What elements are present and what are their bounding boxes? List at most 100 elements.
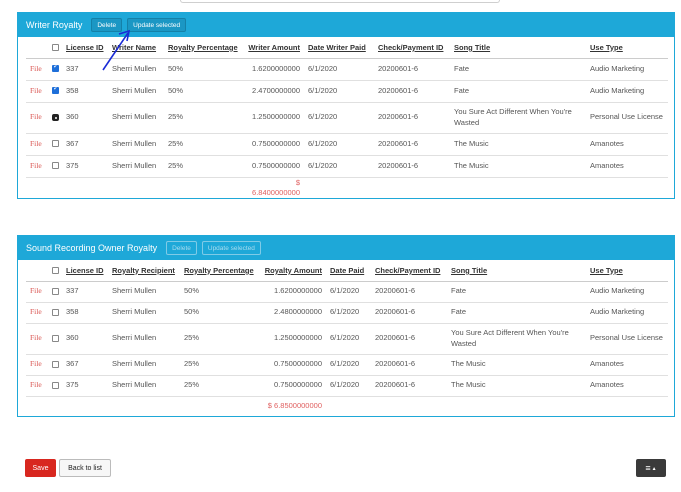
checkbox-cell	[48, 155, 62, 178]
file-link[interactable]: File	[30, 139, 42, 148]
cell-song-title: Fate	[450, 80, 586, 103]
table-row: File 337Sherri Mullen50%1.62000000006/1/2…	[26, 281, 668, 303]
column-header[interactable]: Check/Payment ID	[371, 260, 447, 282]
row-checkbox[interactable]	[52, 360, 59, 368]
cell-use-type: Audio Marketing	[586, 80, 668, 103]
sound-table-body: File 337 Sherri Mullen 50% 1.6200000000 6/1/2…	[26, 281, 668, 416]
save-button[interactable]: Save	[25, 459, 56, 477]
file-link[interactable]: File	[30, 307, 42, 316]
column-header[interactable]: Song Title	[447, 260, 586, 282]
column-header[interactable]: Date Writer Paid	[304, 37, 374, 59]
column-header[interactable]: Writer Amount	[244, 37, 304, 59]
empty-cell	[447, 396, 586, 416]
top-dropdown[interactable]: ▾	[180, 0, 500, 3]
row-checkbox[interactable]	[52, 113, 59, 121]
file-cell: File	[26, 133, 48, 156]
sound-recording-table: License ID Royalty Recipient Royalty Per…	[26, 260, 668, 416]
cell-license-id: 375	[62, 155, 108, 178]
cell-writer-name: Sherri Mullen	[108, 133, 164, 156]
menu-button[interactable]: ≡ ▲	[636, 459, 666, 477]
file-cell: File	[26, 281, 48, 303]
cell-use-type: Amanotes	[586, 133, 668, 156]
cell-writer-name: Sherri Mullen	[108, 102, 164, 134]
file-cell: File	[26, 58, 48, 81]
cell-song-title: The Music	[447, 354, 586, 376]
row-checkbox[interactable]	[52, 308, 59, 316]
file-link[interactable]: File	[30, 380, 42, 389]
row-checkbox[interactable]	[52, 63, 59, 73]
file-link[interactable]: File	[30, 86, 42, 95]
cell-royalty-percentage: 50%	[180, 302, 260, 324]
row-checkbox[interactable]	[52, 85, 59, 95]
cell-payment-id: 20200601-6	[371, 354, 447, 376]
cell-license-id: 337	[62, 281, 108, 303]
cell-royalty-percentage: 25%	[164, 102, 244, 134]
column-header[interactable]: Date Paid	[326, 260, 371, 282]
file-link[interactable]: File	[30, 161, 42, 170]
table-row: File 367 Sherri Mullen 25% 0.7500000000 6/1/2…	[26, 354, 668, 376]
row-checkbox[interactable]	[52, 162, 59, 170]
writer-update-selected-button[interactable]: Update selected	[127, 18, 187, 32]
cell-date-paid: 6/1/2020	[326, 323, 371, 355]
row-checkbox[interactable]	[52, 334, 59, 342]
sound-delete-button[interactable]: Delete	[166, 241, 197, 255]
column-header[interactable]: License ID	[62, 260, 108, 282]
cell-amount: 2.4700000000	[244, 80, 304, 103]
chevron-down-icon: ▾	[490, 0, 493, 2]
cell-amount: 2.4800000000	[260, 302, 326, 324]
file-link[interactable]: File	[30, 359, 42, 368]
sound-update-selected-button[interactable]: Update selected	[201, 241, 261, 255]
empty-cell	[48, 396, 62, 416]
empty-cell	[164, 177, 244, 198]
cell-amount: 0.7500000000	[260, 354, 326, 376]
empty-cell	[48, 177, 62, 198]
checkbox-cell	[48, 281, 62, 303]
cell-use-type: Audio Marketing	[586, 58, 668, 81]
cell-license-id: 358	[62, 80, 108, 103]
cell-writer-name: Sherri Mullen	[108, 354, 180, 376]
checkbox-cell	[48, 102, 62, 134]
row-checkbox[interactable]	[52, 287, 59, 295]
file-link[interactable]: File	[30, 286, 42, 295]
total-amount: $ 6.8500000000	[267, 401, 322, 411]
empty-cell	[108, 177, 164, 198]
back-to-list-button[interactable]: Back to list	[59, 459, 111, 477]
cell-royalty-percentage: 50%	[180, 281, 260, 303]
sound-recording-header: Sound Recording Owner Royalty Delete Upd…	[18, 236, 674, 260]
cell-license-id: 358	[62, 302, 108, 324]
empty-cell	[62, 396, 108, 416]
cell-date-paid: 6/1/2020	[304, 102, 374, 134]
column-header[interactable]: Check/Payment ID	[374, 37, 450, 59]
column-header[interactable]: Use Type	[586, 37, 668, 59]
column-header[interactable]: Royalty Recipient	[108, 260, 180, 282]
row-checkbox[interactable]	[52, 140, 59, 148]
file-cell: File	[26, 354, 48, 376]
cell-date-paid: 6/1/2020	[326, 281, 371, 303]
sound-header-row: License ID Royalty Recipient Royalty Per…	[26, 260, 668, 282]
file-link[interactable]: File	[30, 333, 42, 342]
cell-date-paid: 6/1/2020	[326, 354, 371, 376]
cell-song-title: The Music	[450, 155, 586, 178]
column-header[interactable]: Song Title	[450, 37, 586, 59]
cell-use-type: Amanotes	[586, 354, 668, 376]
select-all-checkbox[interactable]	[52, 44, 59, 52]
cell-use-type: Audio Marketing	[586, 302, 668, 324]
total-row: $ 6.8400000000	[26, 177, 668, 198]
cell-date-paid: 6/1/2020	[304, 80, 374, 103]
cell-payment-id: 20200601-6	[371, 375, 447, 397]
cell-royalty-percentage: 50%	[164, 80, 244, 103]
file-link[interactable]: File	[30, 112, 42, 121]
column-header[interactable]: Royalty Percentage	[164, 37, 244, 59]
column-header[interactable]: Use Type	[586, 260, 668, 282]
sound-recording-title: Sound Recording Owner Royalty	[26, 243, 158, 253]
select-all-checkbox[interactable]	[52, 267, 59, 275]
total-amount: $ 6.8400000000	[252, 177, 300, 197]
column-header[interactable]: Royalty Percentage	[180, 260, 260, 282]
file-cell: File	[26, 323, 48, 355]
column-header[interactable]: Royalty Amount	[260, 260, 326, 282]
cell-license-id: 367	[62, 354, 108, 376]
file-link[interactable]: File	[30, 64, 42, 73]
table-row: File 358Sherri Mullen50%2.47000000006/1/2…	[26, 80, 668, 103]
row-checkbox[interactable]	[52, 381, 59, 389]
file-column-header	[26, 260, 48, 282]
